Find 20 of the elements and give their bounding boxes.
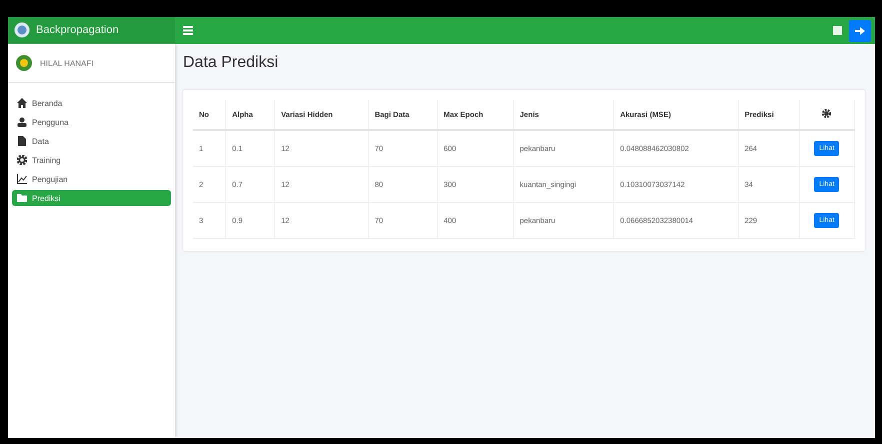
brand-title: Backpropagation: [36, 24, 119, 36]
chart-icon: [17, 174, 27, 184]
sidebar-item[interactable]: Training: [12, 152, 171, 168]
arrow-icon: [855, 26, 865, 34]
folder-icon: [17, 193, 27, 203]
page-title: Data Prediksi: [183, 54, 280, 72]
sidebar-item[interactable]: Pengujian: [12, 171, 171, 187]
file-icon: [17, 136, 27, 146]
home-icon: [17, 98, 27, 108]
sidebar-item[interactable]: Pengguna: [12, 114, 171, 130]
logo-icon: [14, 22, 30, 38]
menu-icon[interactable]: [183, 26, 193, 35]
sidebar-item[interactable]: Data: [12, 133, 171, 149]
avatar-icon: [16, 55, 32, 71]
logout-button[interactable]: [849, 20, 871, 42]
user-icon: [17, 117, 27, 127]
gear-icon: [17, 155, 27, 165]
gear-icon: [822, 109, 832, 118]
user-name: HILAL HANAFI: [40, 58, 94, 68]
sidebar-item[interactable]: Beranda: [12, 95, 171, 111]
